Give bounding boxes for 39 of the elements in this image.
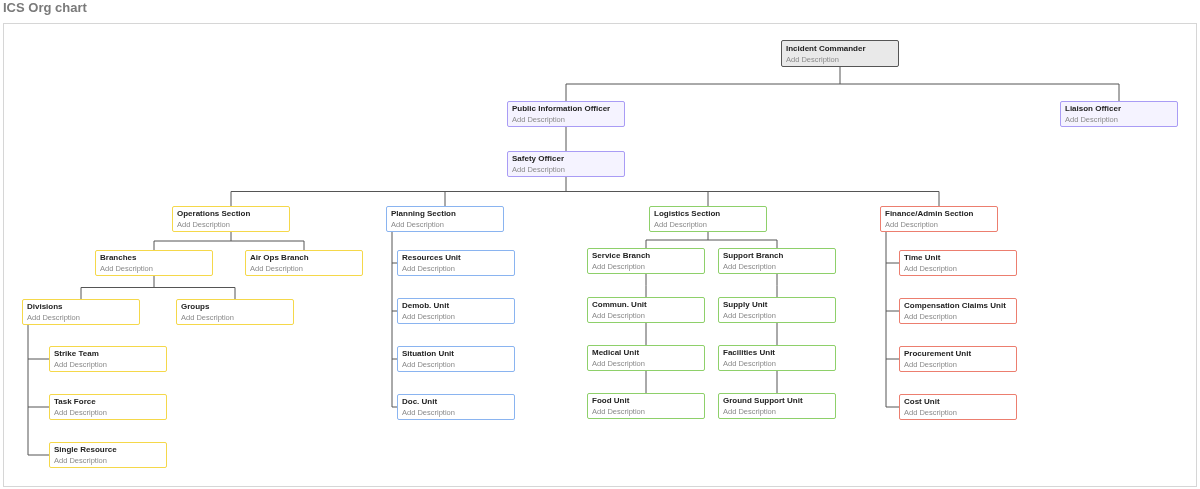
node-title: Ground Support Unit xyxy=(723,396,804,405)
node-title: Demob. Unit xyxy=(402,301,451,310)
node-title: Branches xyxy=(100,253,138,262)
node-title: Divisions xyxy=(27,302,64,311)
node-title: Food Unit xyxy=(592,396,631,405)
node-title: Groups xyxy=(181,302,211,311)
connector-line xyxy=(565,126,567,152)
node-title: Medical Unit xyxy=(592,348,641,357)
node-title: Supply Unit xyxy=(723,300,769,309)
node-title: Finance/Admin Section xyxy=(885,209,975,218)
node-title: Facilities Unit xyxy=(723,348,776,357)
node-title: Time Unit xyxy=(904,253,942,262)
node-title: Liaison Officer xyxy=(1065,104,1122,113)
node-title: Commun. Unit xyxy=(592,300,648,309)
node-title: Situation Unit xyxy=(402,349,455,358)
node-title: Operations Section xyxy=(177,209,252,218)
node-title: Cost Unit xyxy=(904,397,941,406)
node-title: Strike Team xyxy=(54,349,100,358)
node-title: Task Force xyxy=(54,397,97,406)
node-title: Incident Commander xyxy=(786,43,867,53)
connector-line xyxy=(776,322,778,346)
page-title: ICS Org chart xyxy=(3,0,87,16)
connector-line xyxy=(645,370,647,394)
node-title: Doc. Unit xyxy=(402,397,439,406)
node-title: Logistics Section xyxy=(654,209,722,218)
node-title: Service Branch xyxy=(592,251,652,260)
node-title: Public Information Officer xyxy=(512,104,612,113)
connector-line xyxy=(776,273,778,298)
node-title: Single Resource xyxy=(54,445,118,454)
node-title: Procurement Unit xyxy=(904,349,973,358)
connector-line xyxy=(776,370,778,394)
node-title: Resources Unit xyxy=(402,253,462,262)
connector-line xyxy=(645,273,647,298)
node-title: Compensation Claims Unit xyxy=(904,301,1007,310)
node-title: Support Branch xyxy=(723,251,785,260)
node-title: Planning Section xyxy=(391,209,457,218)
node-title: Air Ops Branch xyxy=(250,253,310,262)
connector-line xyxy=(645,322,647,346)
node-title: Safety Officer xyxy=(512,154,566,163)
